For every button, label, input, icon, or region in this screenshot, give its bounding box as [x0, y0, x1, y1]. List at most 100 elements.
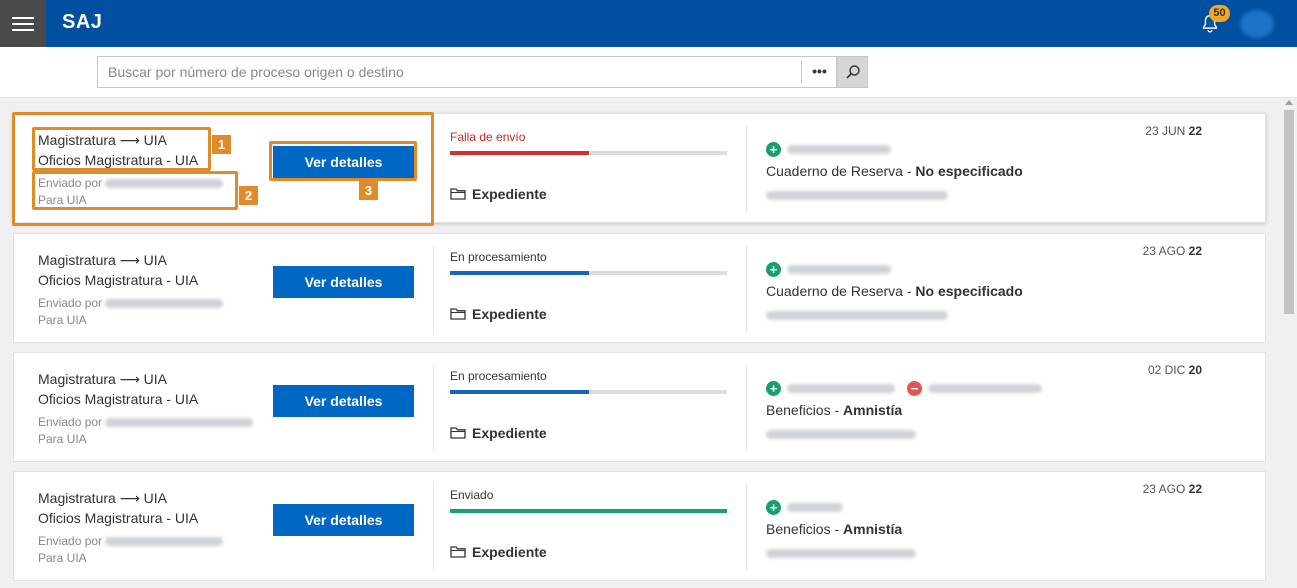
callout-number-1: 1	[212, 135, 231, 154]
column-divider	[746, 365, 747, 451]
date-day-month: 02 DIC	[1147, 363, 1189, 377]
progress-fill	[450, 151, 589, 155]
card-recipient: Para UIA	[38, 432, 87, 446]
folder-icon	[450, 188, 466, 200]
process-card: Magistratura ⟶ UIA Oficios Magistratura …	[13, 352, 1266, 462]
participants-list: + −	[766, 380, 1042, 396]
participant-name-blurred	[787, 144, 891, 154]
category-detail-blurred	[766, 307, 948, 325]
card-recipient: Para UIA	[38, 313, 87, 327]
category-value: Amnistía	[843, 521, 903, 537]
status-label: Enviado	[450, 488, 494, 502]
expediente-label: Expediente	[472, 186, 547, 202]
category-label: Cuaderno de Reserva -	[766, 163, 916, 179]
vertical-scrollbar[interactable]	[1281, 98, 1297, 588]
category-detail-blurred	[766, 426, 916, 444]
view-details-button[interactable]: Ver detalles	[273, 504, 414, 536]
category-value: No especificado	[915, 283, 1023, 299]
view-details-button[interactable]: Ver detalles	[273, 385, 414, 417]
search-icon	[845, 65, 860, 79]
card-recipient: Para UIA	[38, 551, 87, 565]
sender-name-blurred	[105, 299, 224, 309]
date-day-month: 23 AGO	[1142, 244, 1189, 258]
date-year: 22	[1188, 244, 1202, 258]
notification-count-badge: 50	[1209, 5, 1230, 22]
search-area: •••	[0, 47, 1297, 98]
card-date: 23 AGO 22	[1094, 482, 1202, 496]
participant-name-blurred	[787, 502, 843, 512]
expediente-link[interactable]: Expediente	[450, 186, 547, 202]
column-divider	[433, 365, 434, 451]
user-avatar[interactable]	[1240, 10, 1274, 38]
status-progress-bar	[450, 509, 727, 513]
category-detail-blurred	[766, 187, 948, 205]
card-title: Oficios Magistratura - UIA	[38, 272, 199, 288]
card-title: Oficios Magistratura - UIA	[38, 510, 199, 526]
blurred-text	[766, 430, 916, 440]
add-participant-icon[interactable]: +	[766, 499, 781, 515]
category-text: Cuaderno de Reserva - No especificado	[766, 163, 1023, 179]
column-divider	[433, 246, 434, 332]
column-divider	[746, 484, 747, 570]
card-sent-by: Enviado por	[38, 534, 224, 548]
category-text: Beneficios - Amnistía	[766, 521, 902, 537]
card-route: Magistratura ⟶ UIA	[38, 252, 167, 268]
card-route: Magistratura ⟶ UIA	[38, 490, 167, 506]
progress-fill	[450, 509, 727, 513]
status-label: En procesamiento	[450, 250, 547, 264]
expediente-link[interactable]: Expediente	[450, 306, 547, 322]
search-button[interactable]	[837, 56, 868, 88]
expediente-label: Expediente	[472, 306, 547, 322]
status-progress-bar	[450, 151, 727, 155]
card-title: Oficios Magistratura - UIA	[38, 391, 199, 407]
callout-number-3: 3	[359, 181, 378, 200]
card-date: 23 AGO 22	[1094, 244, 1202, 258]
category-value: No especificado	[915, 163, 1023, 179]
category-label: Beneficios -	[766, 521, 844, 537]
hamburger-menu-icon[interactable]	[0, 0, 46, 47]
blurred-text	[766, 549, 916, 559]
top-bar: SAJ 50	[0, 0, 1297, 47]
add-participant-icon[interactable]: +	[766, 261, 781, 277]
sent-by-label: Enviado por	[38, 534, 103, 548]
folder-icon	[450, 546, 466, 558]
sender-name-blurred	[105, 537, 224, 547]
category-text: Cuaderno de Reserva - No especificado	[766, 283, 1023, 299]
sender-name-blurred	[105, 418, 254, 428]
sent-by-label: Enviado por	[38, 296, 103, 310]
column-divider	[746, 246, 747, 332]
date-year: 20	[1188, 363, 1202, 377]
status-label: En procesamiento	[450, 369, 547, 383]
participants-list: +	[766, 499, 843, 515]
status-progress-bar	[450, 271, 727, 275]
add-participant-icon[interactable]: +	[766, 380, 781, 396]
card-date: 23 JUN 22	[1094, 124, 1202, 138]
expediente-link[interactable]: Expediente	[450, 425, 547, 441]
folder-icon	[450, 427, 466, 439]
view-details-button[interactable]: Ver detalles	[273, 266, 414, 298]
scroll-up-arrow-icon[interactable]	[1285, 100, 1293, 105]
progress-fill	[450, 390, 589, 394]
scroll-thumb[interactable]	[1284, 110, 1294, 314]
blurred-text	[766, 311, 948, 321]
card-route: Magistratura ⟶ UIA	[38, 371, 167, 387]
remove-participant-icon[interactable]: −	[907, 380, 922, 396]
participant-name-blurred	[787, 264, 891, 274]
category-label: Cuaderno de Reserva -	[766, 283, 916, 299]
expediente-link[interactable]: Expediente	[450, 544, 547, 560]
process-card: Magistratura ⟶ UIA Oficios Magistratura …	[13, 233, 1266, 343]
folder-icon	[450, 308, 466, 320]
more-options-button[interactable]: •••	[801, 61, 837, 83]
category-detail-blurred	[766, 545, 916, 563]
highlight-box-1	[32, 127, 211, 171]
date-year: 22	[1188, 124, 1202, 138]
app-title: SAJ	[62, 11, 103, 33]
card-date: 02 DIC 20	[1094, 363, 1202, 377]
blurred-text	[766, 191, 948, 201]
highlight-box-2	[32, 171, 238, 210]
add-participant-icon[interactable]: +	[766, 141, 781, 157]
card-sent-by: Enviado por	[38, 415, 254, 429]
expediente-label: Expediente	[472, 544, 547, 560]
search-input[interactable]	[98, 57, 798, 87]
date-day-month: 23 JUN	[1145, 124, 1189, 138]
